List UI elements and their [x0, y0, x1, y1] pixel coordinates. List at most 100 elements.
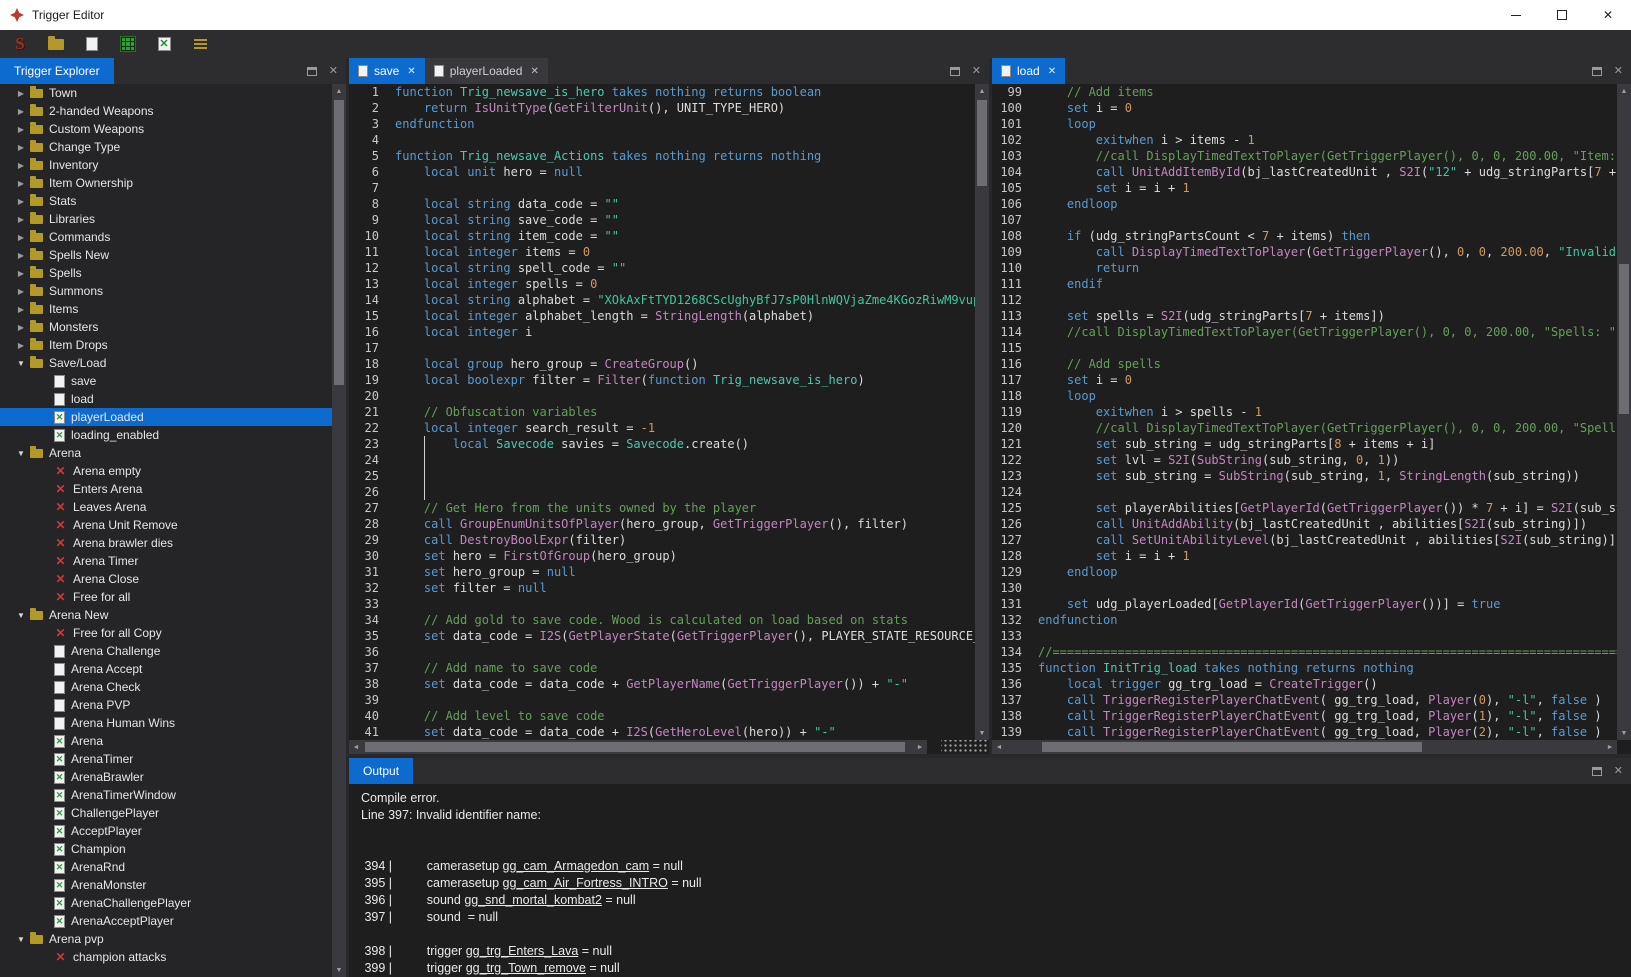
tree-item[interactable]: ✕Arena empty: [0, 462, 332, 480]
tree-item[interactable]: ▶Custom Weapons: [0, 120, 332, 138]
scroll-thumb[interactable]: [334, 100, 344, 385]
code-line[interactable]: 11 local integer items = 0: [349, 244, 975, 260]
code-line[interactable]: 20: [349, 388, 975, 404]
new-category-button[interactable]: [44, 32, 68, 56]
code-line[interactable]: 103 //call DisplayTimedTextToPlayer(GetT…: [992, 148, 1617, 164]
tree-item[interactable]: ✕Arena Timer: [0, 552, 332, 570]
expand-arrow-icon[interactable]: ▶: [12, 161, 30, 170]
tree-item[interactable]: ✕Free for all Copy: [0, 624, 332, 642]
collapse-arrow-icon[interactable]: ▼: [12, 359, 30, 368]
float-panel-icon[interactable]: [950, 67, 960, 76]
code-line[interactable]: 123 set sub_string = SubString(sub_strin…: [992, 468, 1617, 484]
explorer-scrollbar[interactable]: ▲ ▼: [332, 84, 346, 977]
code-line[interactable]: 132endfunction: [992, 612, 1617, 628]
tree-item[interactable]: ▶Summons: [0, 282, 332, 300]
code-line[interactable]: 111 endif: [992, 276, 1617, 292]
error-identifier-link[interactable]: gg_cam_Air_Fortress_INTRO: [503, 876, 668, 890]
collapse-arrow-icon[interactable]: ▼: [12, 935, 30, 944]
code-line[interactable]: 133: [992, 628, 1617, 644]
expand-arrow-icon[interactable]: ▶: [12, 323, 30, 332]
tree-item[interactable]: ✕Leaves Arena: [0, 498, 332, 516]
code-line[interactable]: 114 //call DisplayTimedTextToPlayer(GetT…: [992, 324, 1617, 340]
code-line[interactable]: 3endfunction: [349, 116, 975, 132]
expand-arrow-icon[interactable]: ▶: [12, 89, 30, 98]
tree-item[interactable]: ▼Arena New: [0, 606, 332, 624]
tree-item[interactable]: ▶2-handed Weapons: [0, 102, 332, 120]
tree-item[interactable]: Arena PVP: [0, 696, 332, 714]
code-line[interactable]: 7: [349, 180, 975, 196]
code-line[interactable]: 21 // Obfuscation variables: [349, 404, 975, 420]
code-line[interactable]: 124: [992, 484, 1617, 500]
code-line[interactable]: 126 call UnitAddAbility(bj_lastCreatedUn…: [992, 516, 1617, 532]
expand-arrow-icon[interactable]: ▶: [12, 269, 30, 278]
collapse-arrow-icon[interactable]: ▼: [12, 449, 30, 458]
code-line[interactable]: 136 local trigger gg_trg_load = CreateTr…: [992, 676, 1617, 692]
tree-item[interactable]: ✕Enters Arena: [0, 480, 332, 498]
code-line[interactable]: 15 local integer alphabet_length = Strin…: [349, 308, 975, 324]
expand-arrow-icon[interactable]: ▶: [12, 125, 30, 134]
tab-close-icon[interactable]: ✕: [530, 66, 538, 77]
tab-playerLoaded[interactable]: playerLoaded✕: [425, 58, 548, 84]
scroll-up-icon[interactable]: ▲: [975, 84, 989, 98]
tree-item[interactable]: Arena Check: [0, 678, 332, 696]
code-line[interactable]: 117 set i = 0: [992, 372, 1617, 388]
editor-vscrollbar[interactable]: ▲ ▼: [975, 84, 989, 740]
tree-item[interactable]: Arena Human Wins: [0, 714, 332, 732]
code-line[interactable]: 1function Trig_newsave_is_hero takes not…: [349, 84, 975, 100]
tree-item[interactable]: ▶Commands: [0, 228, 332, 246]
code-line[interactable]: 138 call TriggerRegisterPlayerChatEvent(…: [992, 708, 1617, 724]
code-line[interactable]: 131 set udg_playerLoaded[GetPlayerId(Get…: [992, 596, 1617, 612]
float-panel-icon[interactable]: [1592, 767, 1602, 776]
expand-arrow-icon[interactable]: ▶: [12, 305, 30, 314]
tree-item[interactable]: ▶Inventory: [0, 156, 332, 174]
code-line[interactable]: 108 if (udg_stringPartsCount < 7 + items…: [992, 228, 1617, 244]
tree-item[interactable]: load: [0, 390, 332, 408]
code-line[interactable]: 113 set spells = S2I(udg_stringParts[7 +…: [992, 308, 1617, 324]
maximize-button[interactable]: [1539, 0, 1585, 30]
code-line[interactable]: 26: [349, 484, 975, 500]
code-line[interactable]: 125 set playerAbilities[GetPlayerId(GetT…: [992, 500, 1617, 516]
scroll-down-icon[interactable]: ▼: [332, 963, 346, 977]
code-line[interactable]: 37 // Add name to save code: [349, 660, 975, 676]
code-line[interactable]: 13 local integer spells = 0: [349, 276, 975, 292]
code-line[interactable]: 135function InitTrig_load takes nothing …: [992, 660, 1617, 676]
scroll-up-icon[interactable]: ▲: [332, 84, 346, 98]
scroll-thumb[interactable]: [977, 100, 987, 186]
code-line[interactable]: 9 local string save_code = "": [349, 212, 975, 228]
code-line[interactable]: 10 local string item_code = "": [349, 228, 975, 244]
code-line[interactable]: 39: [349, 692, 975, 708]
code-line[interactable]: 127 call SetUnitAbilityLevel(bj_lastCrea…: [992, 532, 1617, 548]
tree-item[interactable]: ▶Items: [0, 300, 332, 318]
tree-item[interactable]: ✕loading_enabled: [0, 426, 332, 444]
tree-item[interactable]: ▶Item Ownership: [0, 174, 332, 192]
code-line[interactable]: 128 set i = i + 1: [992, 548, 1617, 564]
close-panel-icon[interactable]: ✕: [1614, 766, 1623, 777]
code-line[interactable]: 38 set data_code = data_code + GetPlayer…: [349, 676, 975, 692]
tree-item[interactable]: ▼Arena: [0, 444, 332, 462]
scroll-right-icon[interactable]: ►: [1603, 740, 1617, 754]
code-line[interactable]: 2 return IsUnitType(GetFilterUnit(), UNI…: [349, 100, 975, 116]
close-panel-icon[interactable]: ✕: [329, 66, 338, 77]
code-line[interactable]: 4: [349, 132, 975, 148]
code-line[interactable]: 120 //call DisplayTimedTextToPlayer(GetT…: [992, 420, 1617, 436]
new-trigger-button[interactable]: [80, 32, 104, 56]
tree-item[interactable]: ✕ArenaBrawler: [0, 768, 332, 786]
tree-item[interactable]: ✕Arena Unit Remove: [0, 516, 332, 534]
code-line[interactable]: 137 call TriggerRegisterPlayerChatEvent(…: [992, 692, 1617, 708]
expand-arrow-icon[interactable]: ▶: [12, 107, 30, 116]
expand-arrow-icon[interactable]: ▶: [12, 233, 30, 242]
code-line[interactable]: 32 set filter = null: [349, 580, 975, 596]
tree-item[interactable]: Arena Challenge: [0, 642, 332, 660]
tree-item[interactable]: ✕ArenaMonster: [0, 876, 332, 894]
code-line[interactable]: 115: [992, 340, 1617, 356]
error-identifier-link[interactable]: gg_trg_Town_remove: [466, 961, 586, 975]
code-line[interactable]: 25: [349, 468, 975, 484]
trigger-comment-button[interactable]: [188, 32, 212, 56]
tree-item[interactable]: ✕Arena: [0, 732, 332, 750]
code-line[interactable]: 29 call DestroyBoolExpr(filter): [349, 532, 975, 548]
expand-arrow-icon[interactable]: ▶: [12, 251, 30, 260]
code-line[interactable]: 109 call DisplayTimedTextToPlayer(GetTri…: [992, 244, 1617, 260]
collapse-arrow-icon[interactable]: ▼: [12, 611, 30, 620]
tree-item[interactable]: Arena Accept: [0, 660, 332, 678]
scroll-left-icon[interactable]: ◄: [349, 740, 363, 754]
